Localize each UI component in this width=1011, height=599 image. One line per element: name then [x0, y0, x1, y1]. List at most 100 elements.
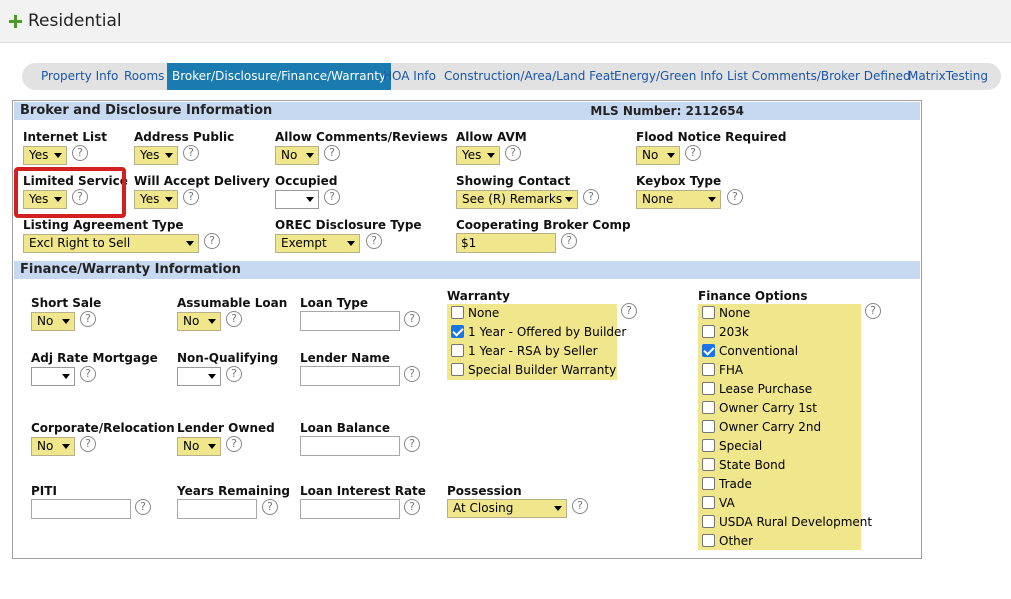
- keybox-type-label: Keybox Type: [636, 174, 722, 188]
- corporate-relocation-select[interactable]: No: [31, 437, 75, 456]
- help-icon[interactable]: ?: [366, 233, 382, 249]
- coop-broker-comp-label: Cooperating Broker Comp: [456, 218, 631, 232]
- lender-name-input[interactable]: [300, 366, 400, 386]
- help-icon[interactable]: ?: [404, 366, 420, 382]
- tab-rooms[interactable]: Rooms: [124, 63, 164, 90]
- lender-owned-label: Lender Owned: [177, 421, 275, 435]
- help-icon[interactable]: ?: [685, 145, 701, 161]
- loan-type-input[interactable]: [300, 311, 400, 331]
- piti-label: PITI: [31, 484, 57, 498]
- checkbox[interactable]: [702, 382, 715, 395]
- flood-notice-label: Flood Notice Required: [636, 130, 787, 144]
- help-icon[interactable]: ?: [72, 145, 88, 161]
- keybox-type-select[interactable]: None: [636, 190, 721, 209]
- adj-rate-select[interactable]: [31, 367, 75, 386]
- adj-rate-label: Adj Rate Mortgage: [31, 351, 158, 365]
- will-accept-delivery-select[interactable]: Yes: [134, 190, 178, 209]
- help-icon[interactable]: ?: [727, 189, 743, 205]
- checkbox[interactable]: [451, 344, 464, 357]
- allow-comments-select[interactable]: No: [275, 146, 319, 165]
- finance-section-header: Finance/Warranty Information: [14, 261, 920, 279]
- help-icon[interactable]: ?: [80, 311, 96, 327]
- short-sale-select[interactable]: No: [31, 312, 75, 331]
- help-icon[interactable]: ?: [183, 189, 199, 205]
- loan-type-label: Loan Type: [300, 296, 369, 310]
- help-icon[interactable]: ?: [324, 189, 340, 205]
- tab-construction[interactable]: Construction/Area/Land Feat: [444, 63, 615, 90]
- flood-notice-select[interactable]: No: [636, 146, 680, 165]
- warranty-label: Warranty: [447, 289, 510, 303]
- checkbox[interactable]: [702, 420, 715, 433]
- corporate-relocation-label: Corporate/Relocation: [31, 421, 175, 435]
- help-icon[interactable]: ?: [621, 303, 637, 319]
- checkbox[interactable]: [702, 534, 715, 547]
- help-icon[interactable]: ?: [505, 145, 521, 161]
- loan-balance-input[interactable]: [300, 436, 400, 456]
- help-icon[interactable]: ?: [583, 189, 599, 205]
- finance-options: None 203k Conventional FHA Lease Purchas…: [698, 304, 872, 550]
- checkbox[interactable]: [702, 401, 715, 414]
- address-public-select[interactable]: Yes: [134, 146, 178, 165]
- help-icon[interactable]: ?: [226, 311, 242, 327]
- checkbox[interactable]: [451, 325, 464, 338]
- help-icon[interactable]: ?: [324, 145, 340, 161]
- help-icon[interactable]: ?: [226, 436, 242, 452]
- checkbox[interactable]: [451, 306, 464, 319]
- help-icon[interactable]: ?: [80, 366, 96, 382]
- finance-section-title: Finance/Warranty Information: [20, 262, 241, 277]
- internet-list-label: Internet List: [23, 130, 108, 144]
- checkbox[interactable]: [702, 344, 715, 357]
- checkbox[interactable]: [702, 496, 715, 509]
- header-bar: Residential: [0, 0, 1011, 43]
- checkbox[interactable]: [702, 515, 715, 528]
- help-icon[interactable]: ?: [80, 436, 96, 452]
- help-icon[interactable]: ?: [262, 499, 278, 515]
- help-icon[interactable]: ?: [865, 303, 881, 319]
- tab-list-comments[interactable]: List Comments/Broker Defined: [727, 63, 911, 90]
- showing-contact-select[interactable]: See (R) Remarks: [456, 190, 578, 209]
- internet-list-select[interactable]: Yes: [23, 146, 67, 165]
- checkbox[interactable]: [702, 458, 715, 471]
- checkbox[interactable]: [702, 477, 715, 490]
- checkbox[interactable]: [702, 306, 715, 319]
- checkbox[interactable]: [702, 363, 715, 376]
- mls-number: MLS Number: 2112654: [590, 104, 744, 118]
- tab-bar: Property Info Rooms Broker/Disclosure/Fi…: [22, 63, 1001, 90]
- lender-owned-select[interactable]: No: [177, 437, 221, 456]
- listing-agreement-select[interactable]: Excl Right to Sell: [23, 234, 199, 253]
- non-qualifying-select[interactable]: [177, 367, 221, 386]
- piti-input[interactable]: [31, 499, 131, 519]
- help-icon[interactable]: ?: [135, 499, 151, 515]
- help-icon[interactable]: ?: [561, 233, 577, 249]
- plus-icon[interactable]: [9, 15, 22, 28]
- help-icon[interactable]: ?: [204, 233, 220, 249]
- tab-energy-green[interactable]: Energy/Green Info: [614, 63, 723, 90]
- will-accept-delivery-label: Will Accept Delivery: [134, 174, 270, 188]
- checkbox[interactable]: [702, 325, 715, 338]
- help-icon[interactable]: ?: [404, 436, 420, 452]
- loan-interest-rate-input[interactable]: [300, 499, 400, 519]
- years-remaining-input[interactable]: [177, 499, 257, 519]
- orec-disclosure-select[interactable]: Exempt: [275, 234, 360, 253]
- help-icon[interactable]: ?: [404, 311, 420, 327]
- occupied-label: Occupied: [275, 174, 338, 188]
- coop-broker-comp-input[interactable]: $1: [456, 233, 556, 253]
- finance-options-label: Finance Options: [698, 289, 808, 303]
- tab-hoa-info[interactable]: HOA Info: [383, 63, 436, 90]
- tab-broker-disclosure[interactable]: Broker/Disclosure/Finance/Warranty: [167, 63, 392, 90]
- page-title: Residential: [28, 11, 122, 31]
- loan-interest-rate-label: Loan Interest Rate: [300, 484, 426, 498]
- help-icon[interactable]: ?: [404, 499, 420, 515]
- help-icon[interactable]: ?: [572, 498, 588, 514]
- help-icon[interactable]: ?: [183, 145, 199, 161]
- possession-select[interactable]: At Closing: [447, 499, 567, 518]
- tab-property-info[interactable]: Property Info: [41, 63, 118, 90]
- tab-matrix-testing[interactable]: MatrixTesting: [908, 63, 988, 90]
- help-icon[interactable]: ?: [226, 366, 242, 382]
- checkbox[interactable]: [702, 439, 715, 452]
- assumable-loan-select[interactable]: No: [177, 312, 221, 331]
- checkbox[interactable]: [451, 363, 464, 376]
- highlight-box: [14, 167, 126, 218]
- occupied-select[interactable]: [275, 190, 319, 209]
- allow-avm-select[interactable]: Yes: [456, 146, 500, 165]
